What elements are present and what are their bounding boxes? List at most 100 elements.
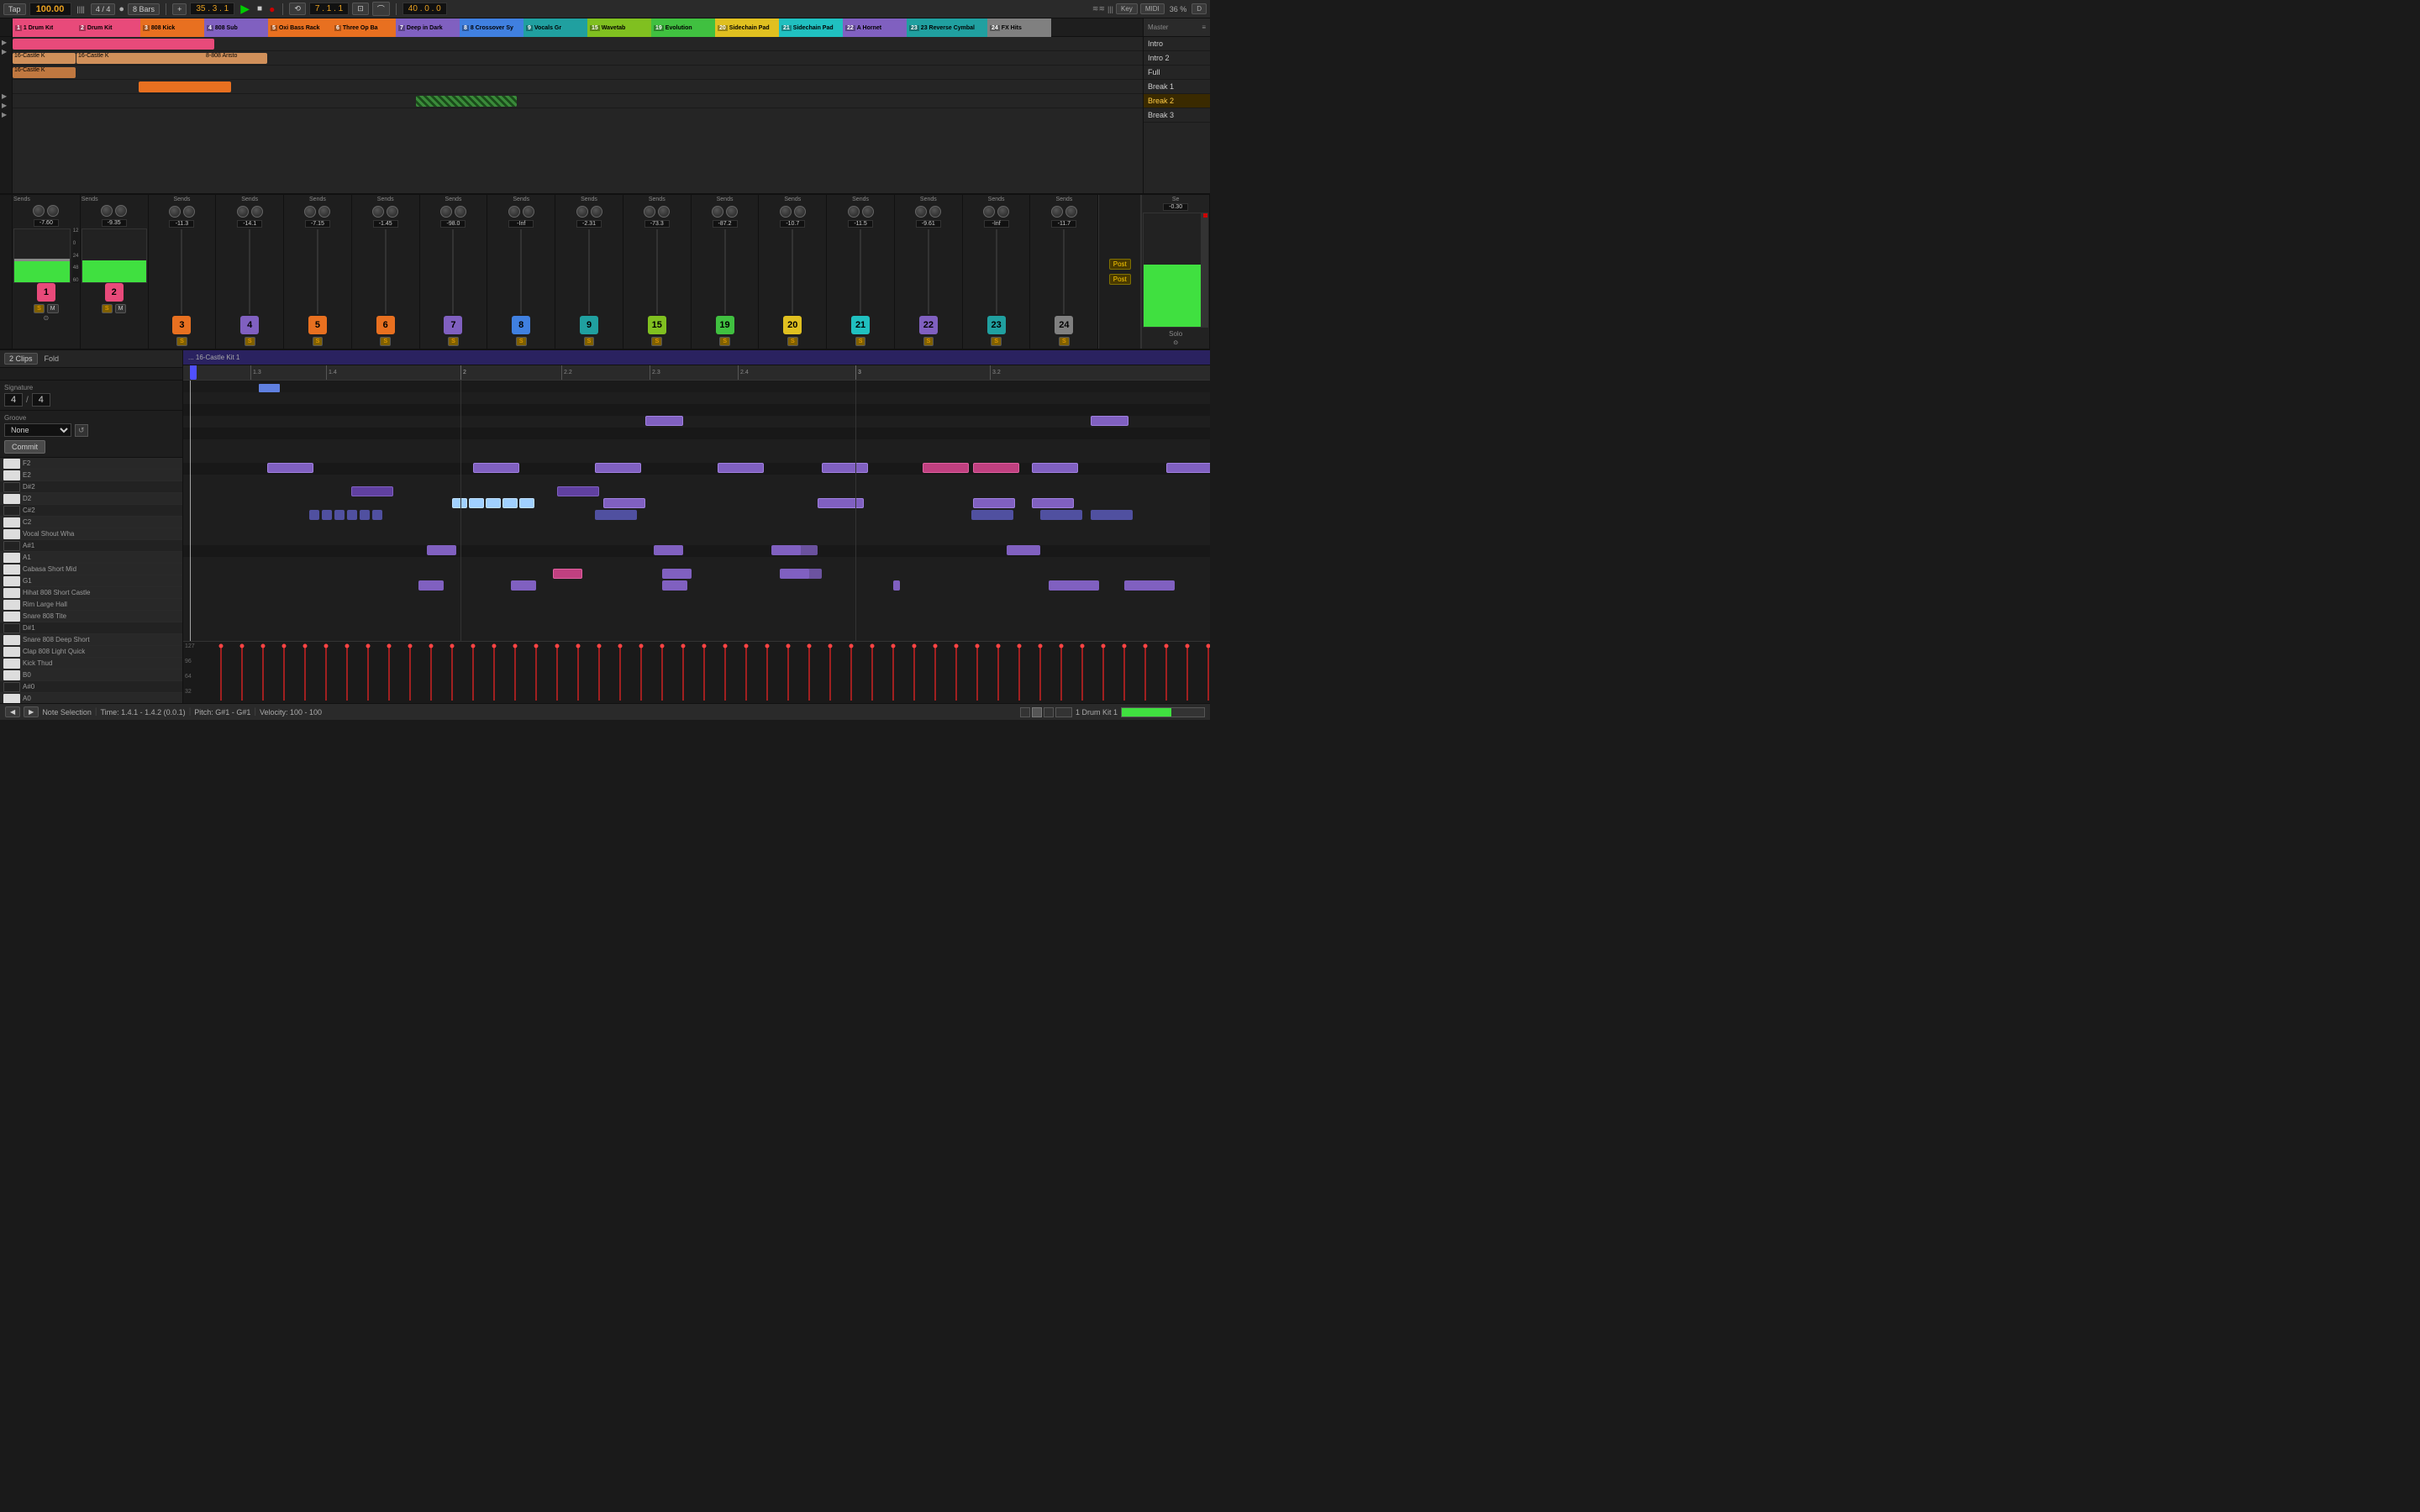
- piano-key-as1[interactable]: [3, 541, 20, 551]
- ch-num-3[interactable]: 3: [172, 316, 191, 334]
- send-knob-1a[interactable]: [33, 205, 45, 217]
- knob-23[interactable]: [983, 206, 995, 218]
- groove-refresh-icon[interactable]: ↺: [75, 424, 88, 437]
- note-row-hihat[interactable]: Hihat 808 Short Castle: [0, 587, 182, 599]
- note-hh-1[interactable]: [309, 510, 319, 520]
- knob-22[interactable]: [915, 206, 927, 218]
- solo-5[interactable]: S: [313, 337, 324, 346]
- note-ds1-2[interactable]: [654, 545, 683, 555]
- arr-intro1[interactable]: Intro: [1144, 37, 1210, 51]
- solo-24[interactable]: S: [1059, 337, 1070, 346]
- knob-8[interactable]: [508, 206, 520, 218]
- note-hh-7[interactable]: [595, 510, 637, 520]
- note-clap-4[interactable]: [792, 569, 822, 579]
- note-row-cabasa[interactable]: Cabasa Short Mid: [0, 564, 182, 575]
- note-g1-1[interactable]: [603, 498, 645, 508]
- note-row-f2[interactable]: F2: [0, 458, 182, 470]
- note-g1-sel-5[interactable]: [519, 498, 534, 508]
- piano-roll[interactable]: ... 16-Castle Kit 1 1.3 1.4 2 2.2 2.3 2.…: [183, 350, 1210, 703]
- note-hh-3[interactable]: [334, 510, 345, 520]
- note-row-snare-deep[interactable]: Snare 808 Deep Short: [0, 634, 182, 646]
- ch-num-8[interactable]: 8: [512, 316, 530, 334]
- record-button[interactable]: ●: [267, 3, 276, 15]
- piano-key-b0[interactable]: [3, 670, 20, 680]
- solo-21[interactable]: S: [855, 337, 866, 346]
- clip-2-a[interactable]: 16-Castle K: [76, 53, 211, 64]
- piano-key-f2[interactable]: [3, 459, 20, 469]
- send-knob-2a[interactable]: [101, 205, 113, 217]
- note-row-a0[interactable]: A0: [0, 693, 182, 703]
- time-sig-display[interactable]: 4 / 4: [91, 3, 116, 15]
- note-row-b0[interactable]: B0: [0, 669, 182, 681]
- solo-15[interactable]: S: [651, 337, 662, 346]
- solo-8[interactable]: S: [516, 337, 527, 346]
- track-header-6[interactable]: 6 Three Op Ba: [332, 18, 396, 37]
- clip-1-a[interactable]: [13, 39, 214, 50]
- piano-roll-ruler[interactable]: 1.3 1.4 2 2.2 2.3 2.4 3 3.2: [183, 365, 1210, 381]
- note-ds1-1[interactable]: [427, 545, 456, 555]
- note-kick-4[interactable]: [893, 580, 900, 591]
- mini-btn-1[interactable]: [1020, 707, 1030, 717]
- track-fold-icon-21[interactable]: ▶: [0, 102, 12, 109]
- note-cabasa-2[interactable]: [557, 486, 599, 496]
- knob-5b[interactable]: [318, 206, 330, 218]
- track-header-15[interactable]: 15 Wavetab: [587, 18, 651, 37]
- master-vol-display[interactable]: 40 . 0 . 0: [402, 3, 447, 15]
- bpm-display[interactable]: 100.00: [29, 3, 71, 16]
- track-header-7[interactable]: 7 Deep in Dark: [396, 18, 460, 37]
- ch-num-5[interactable]: 5: [308, 316, 327, 334]
- knob-3[interactable]: [169, 206, 181, 218]
- knob-21b[interactable]: [862, 206, 874, 218]
- track-fold-icon-2[interactable]: ▶: [0, 48, 12, 55]
- midi-label[interactable]: MIDI: [1140, 3, 1165, 14]
- track-header-20[interactable]: 20 Sidechain Pad: [715, 18, 779, 37]
- record-arm-icon-1[interactable]: ⊙: [44, 314, 50, 322]
- ch-num-24[interactable]: 24: [1055, 316, 1073, 334]
- piano-key-a0[interactable]: [3, 694, 20, 704]
- fold-button[interactable]: Fold: [45, 354, 60, 363]
- note-g1-2[interactable]: [818, 498, 864, 508]
- note-row-snare808[interactable]: Snare 808 Tite: [0, 611, 182, 622]
- note-as1-5[interactable]: [822, 463, 868, 473]
- piano-key-c2[interactable]: [3, 517, 20, 528]
- note-as1-4[interactable]: [718, 463, 764, 473]
- track-header-3[interactable]: 3 808 Kick: [140, 18, 204, 37]
- tap-button[interactable]: Tap: [3, 3, 26, 15]
- fader-handle-1[interactable]: [14, 259, 70, 261]
- knob-23b[interactable]: [997, 206, 1009, 218]
- note-row-cs2[interactable]: C#2: [0, 505, 182, 517]
- knob-15b[interactable]: [658, 206, 670, 218]
- piano-key-snare808[interactable]: [3, 612, 20, 622]
- add-button[interactable]: +: [172, 3, 187, 15]
- note-row-vocal[interactable]: Vocal Shout Wha: [0, 528, 182, 540]
- arr-break3[interactable]: Break 3: [1144, 108, 1210, 123]
- piano-key-e2[interactable]: [3, 470, 20, 480]
- piano-key-kick[interactable]: [3, 659, 20, 669]
- knob-19[interactable]: [712, 206, 723, 218]
- note-g1-sel-3[interactable]: [486, 498, 501, 508]
- note-clap-2[interactable]: [662, 569, 692, 579]
- knob-20[interactable]: [780, 206, 792, 218]
- loop-button[interactable]: ⟲: [289, 3, 306, 15]
- note-as1-9[interactable]: [1166, 463, 1210, 473]
- note-cabasa-1[interactable]: [351, 486, 393, 496]
- piano-key-ds1[interactable]: [3, 623, 20, 633]
- note-row-ds1[interactable]: D#1: [0, 622, 182, 634]
- velocity-bars[interactable]: .vstem { stroke: #cc2222; stroke-width: …: [196, 642, 1210, 700]
- note-kick-6[interactable]: [1124, 580, 1175, 591]
- ch-num-15[interactable]: 15: [648, 316, 666, 334]
- solo-6[interactable]: S: [380, 337, 391, 346]
- note-g1-sel-4[interactable]: [502, 498, 518, 508]
- piano-key-cs2[interactable]: [3, 506, 20, 516]
- piano-key-cabasa[interactable]: [3, 564, 20, 575]
- sig-numerator[interactable]: 4: [4, 393, 23, 407]
- note-hh-8[interactable]: [971, 510, 1013, 520]
- knob-9b[interactable]: [591, 206, 602, 218]
- piano-key-g1[interactable]: [3, 576, 20, 586]
- track-header-8[interactable]: 8 8 Crossover Sy: [460, 18, 523, 37]
- ch-num-20[interactable]: 20: [783, 316, 802, 334]
- commit-button[interactable]: Commit: [4, 440, 45, 454]
- velocity-area[interactable]: 127 96 64 32 1 .vstem { stroke: #cc2222;…: [183, 641, 1210, 703]
- note-grid[interactable]: [183, 381, 1210, 641]
- d-label[interactable]: D: [1192, 3, 1207, 14]
